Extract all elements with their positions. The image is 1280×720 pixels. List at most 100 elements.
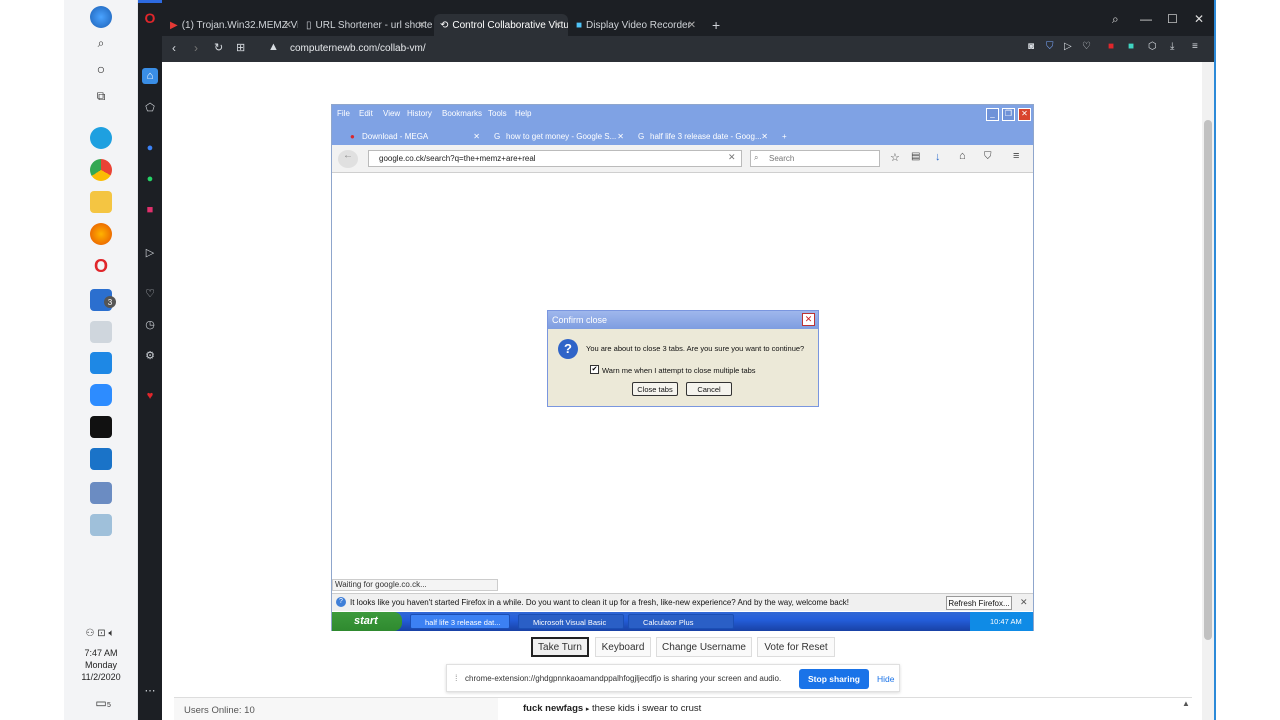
app-icon-3[interactable] <box>90 482 112 504</box>
cortana-icon[interactable]: ○ <box>90 58 112 80</box>
close-tabs-button[interactable]: Close tabs <box>632 382 678 396</box>
close-icon[interactable]: ✕ <box>617 132 624 141</box>
ff-minimize-button[interactable]: _ <box>986 108 999 121</box>
menu-file[interactable]: File <box>337 109 350 118</box>
warn-checkbox[interactable]: ✔ <box>590 365 599 374</box>
close-icon[interactable]: ✕ <box>473 132 480 141</box>
xp-task-calculator[interactable]: Calculator Plus <box>628 614 734 629</box>
ff-stop-icon[interactable]: ✕ <box>728 152 736 163</box>
camera-icon[interactable]: ◙ <box>1028 41 1034 52</box>
vote-reset-button[interactable]: Vote for Reset <box>757 637 835 657</box>
ff-tab-half-life[interactable]: G half life 3 release date - Goog... ✕ <box>634 128 772 144</box>
menu-icon[interactable]: ≡ <box>1192 41 1198 52</box>
ff-back-icon[interactable]: ← <box>338 150 358 168</box>
whatsapp-icon[interactable]: ● <box>142 171 158 187</box>
stop-sharing-button[interactable]: Stop sharing <box>799 669 869 689</box>
extension-icon-2[interactable]: ■ <box>1128 41 1134 52</box>
store-icon[interactable] <box>90 416 112 438</box>
xp-start-button[interactable]: start <box>332 612 402 631</box>
page-scrollbar[interactable] <box>1202 62 1214 720</box>
menu-edit[interactable]: Edit <box>359 109 373 118</box>
chrome-icon[interactable] <box>90 159 112 181</box>
menu-history[interactable]: History <box>407 109 432 118</box>
scrollbar-thumb[interactable] <box>1204 120 1212 640</box>
cancel-button[interactable]: Cancel <box>686 382 732 396</box>
more-icon[interactable]: ⋯ <box>142 682 158 698</box>
ff-close-button[interactable]: ✕ <box>1018 108 1031 121</box>
app-icon[interactable] <box>90 321 112 343</box>
menu-bookmarks[interactable]: Bookmarks <box>442 109 482 118</box>
url-field[interactable]: computernewb.com/collab-vm/ <box>290 43 426 54</box>
vm-screen[interactable]: File Edit View History Bookmarks Tools H… <box>331 104 1034 631</box>
instagram-icon[interactable]: ■ <box>142 202 158 218</box>
ff-clipboard-icon[interactable]: ▤ <box>911 151 920 162</box>
heart-icon[interactable]: ♡ <box>142 285 158 301</box>
send-icon[interactable]: ▷ <box>1064 41 1072 52</box>
extension-icon[interactable]: ■ <box>1108 41 1114 52</box>
grid-icon[interactable]: ⊞ <box>236 41 245 54</box>
windows-start-icon[interactable] <box>90 6 112 28</box>
home-icon[interactable]: ⌂ <box>142 68 158 84</box>
heart-icon[interactable]: ♡ <box>1082 41 1091 52</box>
ff-tab-mega[interactable]: ● Download - MEGA ✕ <box>346 128 484 144</box>
app-icon-4[interactable] <box>90 514 112 536</box>
keyboard-button[interactable]: Keyboard <box>595 637 651 657</box>
close-icon[interactable]: ✕ <box>688 20 696 31</box>
close-window-button[interactable]: ✕ <box>1194 12 1204 26</box>
maximize-button[interactable]: ☐ <box>1167 12 1178 26</box>
ff-maximize-button[interactable]: ❐ <box>1002 108 1015 121</box>
app-icon-2[interactable] <box>90 448 112 470</box>
ff-url-field[interactable]: google.co.ck/search?q=the+memz+are+real <box>368 150 742 167</box>
close-icon[interactable]: ✕ <box>761 132 768 141</box>
history-icon[interactable]: ◷ <box>142 316 158 332</box>
opera-logo-icon[interactable]: O <box>142 10 158 26</box>
tab-trojan[interactable]: ▶ (1) Trojan.Win32.MEMZ Vi ✕ <box>164 14 298 36</box>
reload-icon[interactable]: ↻ <box>214 41 223 54</box>
pin-icon[interactable]: ♥ <box>142 388 158 404</box>
forward-icon[interactable]: › <box>194 41 198 55</box>
take-turn-button[interactable]: Take Turn <box>531 637 589 657</box>
tab-collab-vm[interactable]: ⟲ Control Collaborative Virtu ✕ <box>434 14 568 36</box>
close-icon[interactable]: ✕ <box>1020 597 1028 608</box>
menu-view[interactable]: View <box>383 109 400 118</box>
tray-icons[interactable]: ⚇ ⊡ 🔈︎ <box>70 622 130 644</box>
menu-tools[interactable]: Tools <box>488 109 507 118</box>
ff-home-icon[interactable]: ⌂ <box>959 150 966 162</box>
dialog-close-button[interactable]: ✕ <box>802 313 815 326</box>
ff-bookmark-star-icon[interactable]: ☆ <box>890 151 900 164</box>
close-icon[interactable]: ✕ <box>284 20 292 31</box>
drag-handle-icon[interactable]: ⁞ <box>455 673 458 683</box>
zoom-icon[interactable] <box>90 384 112 406</box>
ff-menu-icon[interactable]: ≡ <box>1013 150 1019 162</box>
tab-video-recorder[interactable]: ■ Display Video Recorder ✕ <box>570 14 702 36</box>
hide-button[interactable]: Hide <box>877 674 894 684</box>
opera-icon[interactable]: O <box>90 255 112 277</box>
download-icon[interactable]: ⤓ <box>1170 41 1174 52</box>
close-icon[interactable]: ✕ <box>418 20 426 31</box>
new-tab-button[interactable]: + <box>706 14 726 36</box>
task-view-icon[interactable]: ⧉ <box>90 85 112 107</box>
cube-icon[interactable]: ⬡ <box>1148 41 1157 52</box>
minimize-button[interactable]: — <box>1140 12 1152 26</box>
ff-download-icon[interactable]: ↓ <box>935 151 941 163</box>
messenger-icon[interactable]: ● <box>142 140 158 156</box>
chat-scroll-up-icon[interactable]: ▲ <box>1182 699 1190 708</box>
app-store-icon[interactable] <box>90 352 112 374</box>
search-icon[interactable]: ⌕ <box>90 32 112 54</box>
edge-icon[interactable] <box>90 127 112 149</box>
ff-pocket-icon[interactable]: ⛉ <box>984 151 992 162</box>
ff-new-tab-button[interactable]: + <box>778 128 794 144</box>
shield-icon[interactable]: ⛉ <box>1046 41 1054 52</box>
xp-task-firefox[interactable]: half life 3 release dat... <box>410 614 510 629</box>
tab-search-icon[interactable]: ⌕ <box>1112 12 1119 27</box>
file-explorer-icon[interactable] <box>90 191 112 213</box>
settings-icon[interactable]: ⚙ <box>142 347 158 363</box>
xp-task-visual-basic[interactable]: Microsoft Visual Basic <box>518 614 624 629</box>
speed-dial-icon[interactable]: ⬠ <box>142 99 158 115</box>
tab-url-shortener[interactable]: ▯ URL Shortener - url shortel ✕ <box>300 14 432 36</box>
close-icon[interactable]: ✕ <box>554 20 562 31</box>
back-icon[interactable]: ‹ <box>172 41 176 55</box>
ff-tab-google-money[interactable]: G how to get money - Google S... ✕ <box>490 128 628 144</box>
send-icon[interactable]: ▷ <box>142 244 158 260</box>
change-username-button[interactable]: Change Username <box>656 637 752 657</box>
